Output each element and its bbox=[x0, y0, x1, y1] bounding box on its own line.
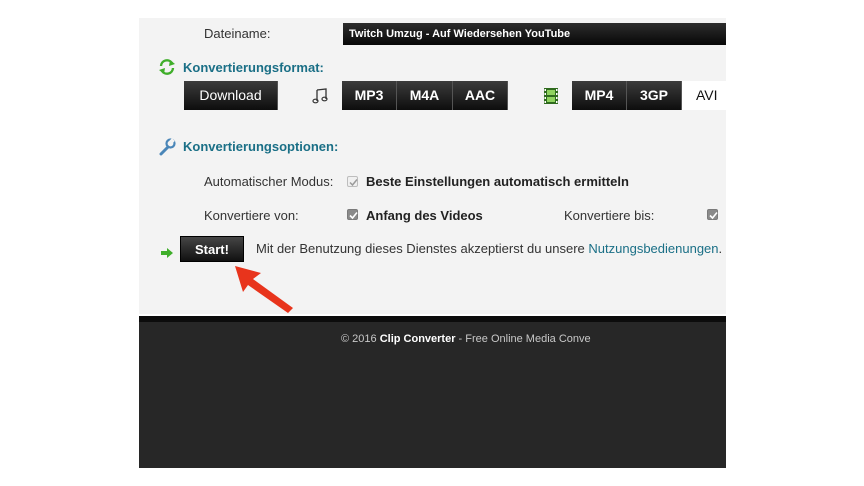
format-heading: Konvertierungsformat: bbox=[183, 60, 324, 75]
footer-tagline: - Free Online Media Conve bbox=[455, 333, 591, 345]
footer-divider bbox=[139, 316, 726, 322]
terms-text: Mit der Benutzung dieses Dienstes akzept… bbox=[256, 241, 589, 256]
format-avi-button[interactable]: AVI bbox=[682, 81, 726, 110]
filename-label: Dateiname: bbox=[204, 26, 271, 41]
footer-copyright-year: © 2016 bbox=[341, 333, 380, 345]
footer-copyright: © 2016 Clip Converter - Free Online Medi… bbox=[341, 333, 591, 345]
convert-to-checkbox[interactable] bbox=[707, 209, 718, 220]
filename-field[interactable]: Twitch Umzug - Auf Wiedersehen YouTube bbox=[343, 23, 726, 45]
convert-to-label: Konvertiere bis: bbox=[564, 208, 655, 223]
auto-mode-checkbox[interactable] bbox=[347, 176, 358, 187]
download-button[interactable]: Download bbox=[184, 81, 278, 110]
footer-text-clip: © 2016 Clip Converter - Free Online Medi… bbox=[341, 326, 726, 356]
start-button[interactable]: Start! bbox=[180, 236, 244, 262]
format-mp4-button[interactable]: MP4 bbox=[572, 81, 627, 110]
auto-mode-text: Beste Einstellungen automatisch ermittel… bbox=[366, 174, 629, 189]
convert-from-label: Konvertiere von: bbox=[204, 208, 299, 223]
convert-from-text: Anfang des Videos bbox=[366, 208, 483, 223]
auto-mode-label: Automatischer Modus: bbox=[204, 174, 334, 189]
footer-brand[interactable]: Clip Converter bbox=[380, 333, 456, 345]
pointer-arrow-icon bbox=[233, 264, 295, 319]
arrow-right-icon bbox=[161, 245, 173, 263]
options-heading: Konvertierungsoptionen: bbox=[183, 139, 339, 154]
terms-notice: Mit der Benutzung dieses Dienstes akzept… bbox=[256, 241, 722, 256]
music-note-icon bbox=[312, 88, 328, 109]
terms-period: . bbox=[718, 241, 723, 256]
terms-link[interactable]: Nutzungsbedienungen bbox=[588, 241, 718, 256]
format-3gp-button[interactable]: 3GP bbox=[627, 81, 682, 110]
format-aac-button[interactable]: AAC bbox=[453, 81, 508, 110]
format-m4a-button[interactable]: M4A bbox=[397, 81, 453, 110]
refresh-arrows-icon bbox=[158, 59, 176, 80]
film-strip-icon bbox=[544, 88, 558, 109]
format-mp3-button[interactable]: MP3 bbox=[342, 81, 397, 110]
wrench-icon bbox=[158, 138, 176, 161]
convert-from-checkbox[interactable] bbox=[347, 209, 358, 220]
